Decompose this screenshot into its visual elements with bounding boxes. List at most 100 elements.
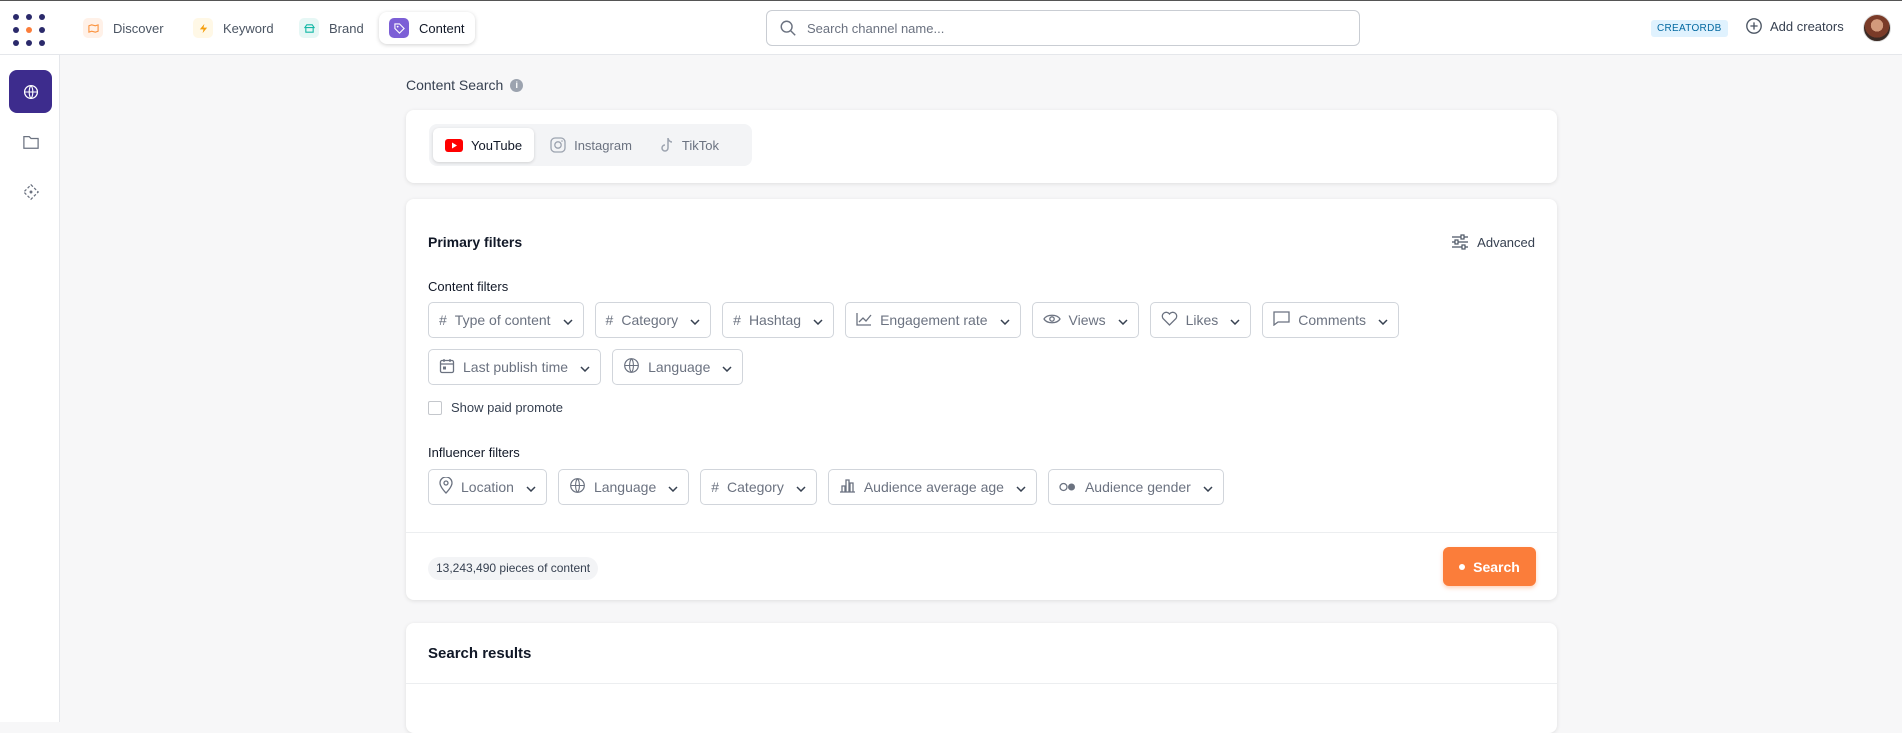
- bolt-icon: [193, 18, 213, 38]
- filter-category[interactable]: # Category: [594, 302, 712, 338]
- chevron-down-icon: [580, 359, 590, 375]
- hash-icon: #: [439, 312, 447, 328]
- filter-likes[interactable]: Likes: [1149, 302, 1252, 338]
- show-paid-promote-checkbox[interactable]: [428, 400, 442, 415]
- app-logo-icon[interactable]: [13, 14, 45, 46]
- user-avatar[interactable]: [1863, 14, 1891, 42]
- search-button[interactable]: Search: [1443, 547, 1536, 586]
- chevron-down-icon: [999, 312, 1010, 328]
- filter-label: Last publish time: [463, 359, 569, 375]
- advanced-label: Advanced: [1477, 234, 1535, 250]
- platform-tab-instagram[interactable]: Instagram: [538, 128, 644, 162]
- search-icon: [780, 20, 796, 36]
- filter-engagement-rate[interactable]: Engagement rate: [845, 302, 1021, 338]
- hash-icon: #: [733, 312, 741, 328]
- pin-icon: [439, 476, 453, 497]
- nav-tab-discover[interactable]: Discover: [73, 12, 174, 44]
- instagram-icon: [550, 137, 566, 153]
- bar-chart-icon: [839, 478, 856, 496]
- creatordb-badge: CREATORDB: [1651, 20, 1728, 37]
- shop-icon: [299, 18, 319, 38]
- search-button-label: Search: [1473, 558, 1520, 575]
- sidebar-item-folders[interactable]: [9, 120, 52, 163]
- channel-search-field[interactable]: [766, 10, 1360, 46]
- divider: [406, 532, 1557, 533]
- globe-icon: [569, 477, 586, 497]
- hash-icon: #: [605, 312, 614, 328]
- chevron-down-icon: [1203, 479, 1213, 495]
- chevron-down-icon: [813, 312, 823, 328]
- sidebar-item-network[interactable]: [9, 170, 52, 213]
- nav-tab-brand[interactable]: Brand: [289, 12, 374, 44]
- filter-location[interactable]: Location: [428, 469, 547, 505]
- results-card: Search results: [406, 623, 1557, 733]
- filter-audience-average-age[interactable]: Audience average age: [827, 469, 1037, 505]
- tiktok-icon: [661, 137, 672, 152]
- info-icon[interactable]: i: [510, 78, 524, 92]
- chevron-down-icon: [690, 312, 700, 328]
- plus-circle-icon: [1746, 18, 1762, 34]
- nav-tab-label: Content: [419, 20, 465, 36]
- platform-tab-youtube[interactable]: YouTube: [433, 128, 535, 162]
- influencer-filters-heading: Influencer filters: [428, 445, 520, 460]
- filter-label: Comments: [1298, 312, 1366, 328]
- filter-hashtag[interactable]: # Hashtag: [722, 302, 835, 338]
- chevron-down-icon: [1230, 312, 1240, 328]
- sidebar-item-search[interactable]: [9, 70, 52, 113]
- filter-label: Engagement rate: [880, 312, 988, 328]
- sliders-icon: [1452, 234, 1469, 250]
- filter-comments[interactable]: Comments: [1262, 302, 1399, 338]
- chevron-down-icon: [722, 359, 732, 375]
- filters-card: Primary filters Advanced Content filters…: [406, 199, 1557, 600]
- heart-icon: [1161, 311, 1178, 329]
- advanced-button[interactable]: Advanced: [1451, 234, 1535, 250]
- influencer-filters: Location Language # Category Audience av…: [428, 469, 1508, 505]
- folder-icon: [22, 135, 39, 149]
- content-count-badge: 13,243,490 pieces of content: [428, 557, 599, 580]
- platform-switcher: YouTube Instagram TikTok: [429, 124, 752, 166]
- filter-label: Audience average age: [863, 479, 1004, 495]
- search-results-heading: Search results: [428, 645, 532, 662]
- content-filters-heading: Content filters: [428, 279, 509, 294]
- chevron-down-icon: [668, 479, 678, 495]
- chevron-down-icon: [1378, 312, 1388, 328]
- filter-label: Audience gender: [1084, 479, 1191, 495]
- filter-label: Language: [648, 359, 711, 375]
- top-navigation: Discover Keyword Brand Content CREATORDB…: [0, 1, 1902, 55]
- platform-tab-tiktok[interactable]: TikTok: [648, 128, 731, 162]
- filter-label: Category: [621, 312, 679, 328]
- filter-label: Type of content: [454, 312, 551, 328]
- channel-search-input[interactable]: [805, 19, 1329, 37]
- filter-views[interactable]: Views: [1031, 302, 1139, 338]
- platform-card: YouTube Instagram TikTok: [406, 110, 1557, 183]
- filter-language[interactable]: Language: [612, 349, 744, 385]
- page-title: Content Search i: [406, 77, 524, 93]
- nav-tab-content[interactable]: Content: [379, 12, 475, 44]
- add-creators-button[interactable]: Add creators: [1745, 17, 1844, 35]
- filter-last-publish-time[interactable]: Last publish time: [428, 349, 602, 385]
- map-icon: [83, 18, 103, 38]
- show-paid-promote-toggle[interactable]: Show paid promote: [428, 400, 563, 415]
- comment-icon: [1273, 311, 1290, 329]
- filter-influencer-category[interactable]: # Category: [700, 469, 817, 505]
- nav-tab-label: Discover: [113, 20, 164, 36]
- platform-label: Instagram: [574, 137, 632, 153]
- network-icon: [22, 183, 39, 200]
- filter-label: Hashtag: [748, 312, 802, 328]
- globe-icon: [23, 84, 38, 99]
- filter-audience-gender[interactable]: Audience gender: [1047, 469, 1224, 505]
- chevron-down-icon: [796, 479, 806, 495]
- chevron-down-icon: [563, 312, 573, 328]
- youtube-icon: [445, 138, 463, 152]
- eye-icon: [1042, 312, 1061, 328]
- tag-icon: [389, 18, 409, 38]
- filter-label: Category: [727, 479, 784, 495]
- filter-influencer-language[interactable]: Language: [557, 469, 690, 505]
- nav-tab-keyword[interactable]: Keyword: [183, 12, 284, 44]
- filter-type-of-content[interactable]: # Type of content: [428, 302, 584, 338]
- filter-label: Language: [593, 479, 657, 495]
- filter-label: Likes: [1185, 312, 1219, 328]
- chevron-down-icon: [1118, 312, 1128, 328]
- chevron-down-icon: [1016, 479, 1026, 495]
- line-chart-icon: [856, 312, 872, 329]
